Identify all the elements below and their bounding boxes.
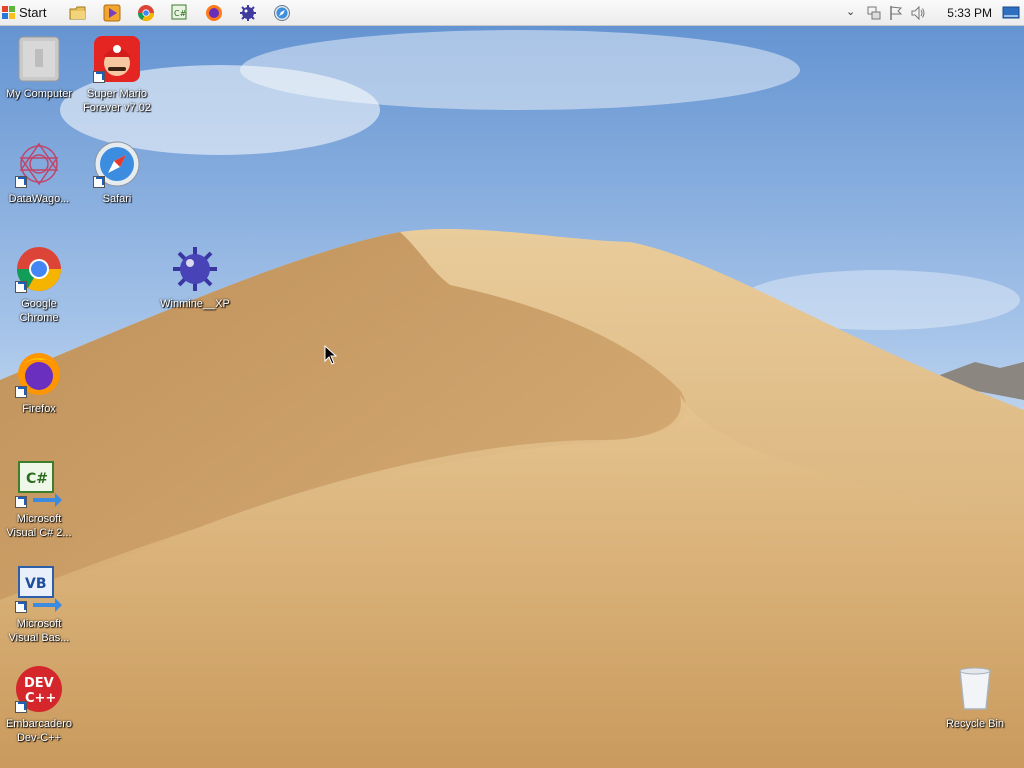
flag-icon[interactable]	[888, 5, 904, 21]
icon-label: Super Mario Forever v7.02	[83, 88, 151, 114]
start-button[interactable]: Start	[2, 2, 54, 23]
system-tray: ⌄ 5:33 PM	[844, 0, 1024, 26]
desktop[interactable]: Start C# ⌄ 5:33 PM My Computer Super Mar…	[0, 0, 1024, 768]
shortcut-arrow-icon	[15, 601, 27, 613]
icon-label: DataWago...	[8, 193, 70, 205]
desktop-icon-recycle-bin[interactable]: Recycle Bin	[935, 665, 1015, 731]
svg-text:C#: C#	[26, 471, 48, 487]
media-player-icon[interactable]	[103, 4, 121, 22]
icon-label: Firefox	[22, 403, 56, 415]
show-desktop-icon[interactable]	[1002, 5, 1020, 21]
icon-label: Embarcadero Dev-C++	[5, 718, 73, 744]
desktop-icon-visual-basic[interactable]: VB Microsoft Visual Bas...	[0, 565, 79, 645]
volume-icon[interactable]	[910, 5, 926, 21]
svg-text:C#: C#	[174, 9, 187, 18]
start-label: Start	[19, 5, 47, 20]
chevron-down-icon[interactable]: ⌄	[846, 5, 856, 21]
icon-label: Microsoft Visual C# 2...	[6, 513, 72, 539]
windows-logo-icon	[2, 5, 15, 19]
svg-text:VB: VB	[25, 576, 47, 592]
desert-wallpaper	[0, 0, 1024, 768]
desktop-icon-winmine[interactable]: Winmine__XP	[155, 245, 235, 311]
desktop-icon-datawago[interactable]: DataWago...	[0, 140, 79, 206]
svg-text:DEV: DEV	[24, 676, 54, 691]
clock[interactable]: 5:33 PM	[947, 6, 992, 20]
computer-tower-icon	[18, 36, 60, 82]
chrome-icon[interactable]	[137, 4, 155, 22]
desktop-icon-safari[interactable]: Safari	[77, 140, 157, 206]
shortcut-arrow-icon	[15, 496, 27, 508]
shortcut-arrow-icon	[15, 386, 27, 398]
taskbar: Start C# ⌄ 5:33 PM	[0, 0, 1024, 26]
desktop-icon-super-mario[interactable]: Super Mario Forever v7.02	[77, 35, 157, 115]
svg-text:C++: C++	[25, 691, 56, 706]
safari-icon[interactable]	[273, 4, 291, 22]
firefox-icon[interactable]	[205, 4, 223, 22]
desktop-icon-visual-csharp[interactable]: C# Microsoft Visual C# 2...	[0, 460, 79, 540]
desktop-icon-dev-cpp[interactable]: DEV C++ Embarcadero Dev-C++	[0, 665, 79, 745]
icon-label: Recycle Bin	[945, 718, 1005, 730]
desktop-icon-firefox[interactable]: Firefox	[0, 350, 79, 416]
folder-icon[interactable]	[69, 4, 87, 22]
visual-csharp-icon[interactable]: C#	[171, 4, 189, 22]
recycle-bin-icon	[959, 667, 991, 710]
icon-label: Safari	[102, 193, 132, 205]
shortcut-arrow-icon	[15, 176, 27, 188]
icon-label: Google Chrome	[19, 298, 59, 324]
desktop-icon-google-chrome[interactable]: Google Chrome	[0, 245, 79, 325]
icon-label: Microsoft Visual Bas...	[8, 618, 70, 644]
shortcut-arrow-icon	[93, 176, 105, 188]
shortcut-arrow-icon	[15, 701, 27, 713]
winmine-icon[interactable]	[239, 4, 257, 22]
mouse-cursor-icon	[324, 345, 338, 365]
shortcut-arrow-icon	[15, 281, 27, 293]
network-icon[interactable]	[866, 5, 882, 21]
icon-label: Winmine__XP	[160, 298, 230, 310]
mine-icon	[173, 247, 217, 291]
desktop-icon-my-computer[interactable]: My Computer	[0, 35, 79, 101]
shortcut-arrow-icon	[93, 71, 105, 83]
icon-label: My Computer	[5, 88, 73, 100]
